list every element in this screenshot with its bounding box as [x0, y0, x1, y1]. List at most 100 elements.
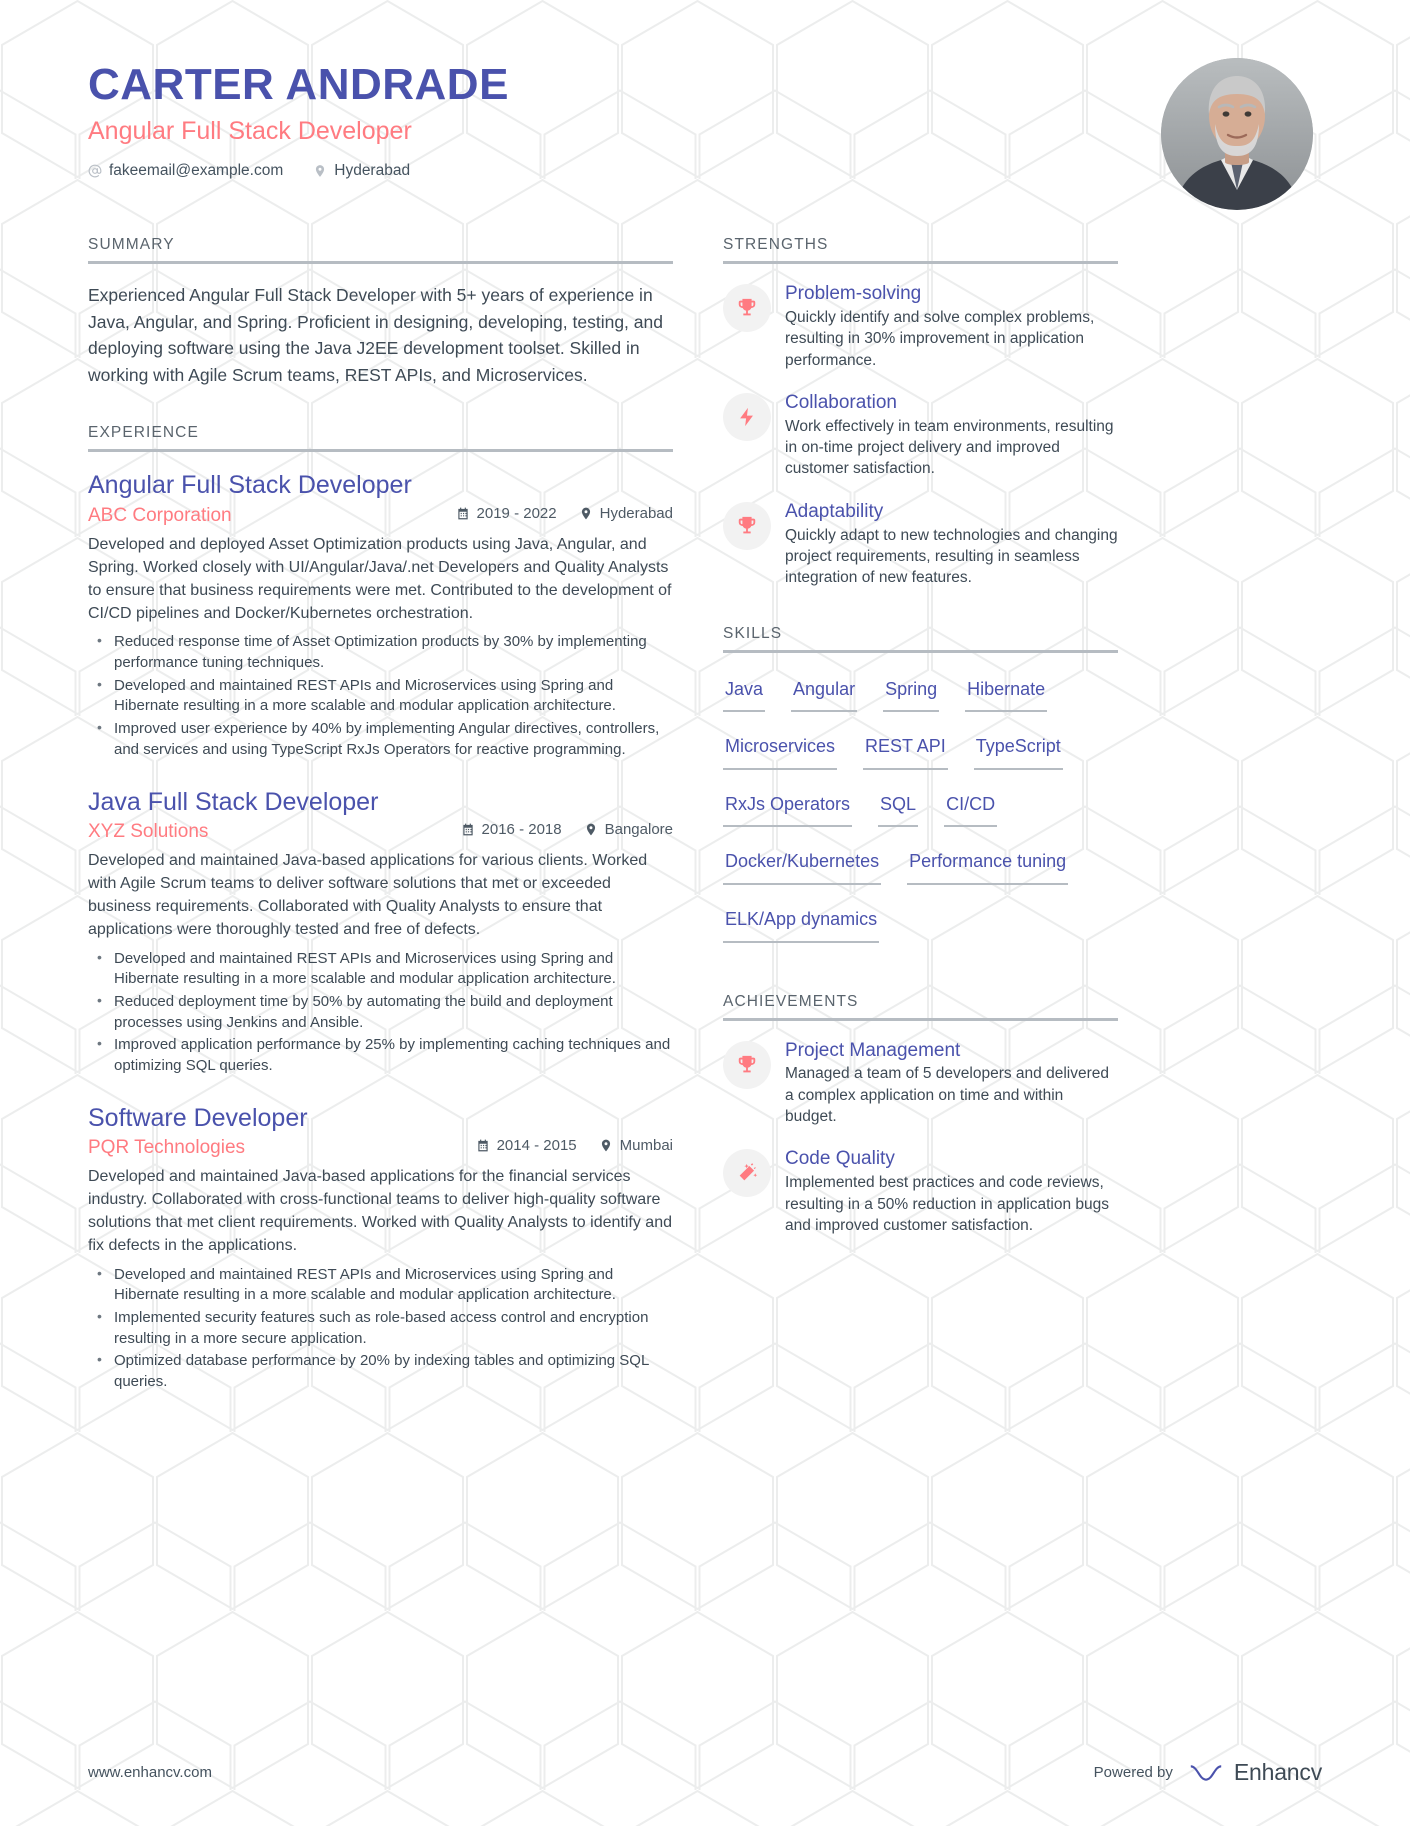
skill-tag[interactable]: Java: [723, 671, 766, 713]
strength-description: Work effectively in team environments, r…: [785, 417, 1114, 478]
brand-name: Enhancv: [1233, 1759, 1322, 1785]
calendar-icon: [476, 1138, 490, 1153]
skill-tag[interactable]: SQL: [878, 786, 919, 828]
experience-description: Developed and maintained Java-based appl…: [88, 1167, 672, 1255]
experience-company: ABC Corporation: [88, 504, 232, 526]
skill-tag[interactable]: RxJs Operators: [723, 786, 853, 828]
summary-text: Experienced Angular Full Stack Developer…: [88, 285, 663, 385]
skill-tag[interactable]: REST API: [863, 728, 948, 770]
strength-item: Problem-solving Quickly identify and sol…: [723, 282, 1118, 371]
footer-website-url[interactable]: www.enhancv.com: [88, 1764, 212, 1781]
experience-entry: Software Developer PQR Technologies 2014…: [88, 1103, 673, 1393]
list-item: Developed and maintained REST APIs and M…: [88, 947, 673, 990]
section-summary: SUMMARY Experienced Angular Full Stack D…: [88, 236, 673, 388]
skill-tag[interactable]: Performance tuning: [907, 843, 1069, 885]
skill-tag[interactable]: Hibernate: [965, 671, 1048, 713]
map-pin-icon: [579, 506, 593, 521]
experience-bullet-list: Reduced response time of Asset Optimizat…: [88, 631, 673, 760]
experience-company: XYZ Solutions: [88, 820, 209, 842]
skill-tag[interactable]: ELK/App dynamics: [723, 901, 880, 943]
experience-location-text: Bangalore: [604, 820, 673, 838]
powered-by-block: Powered by Enhancv: [1093, 1759, 1323, 1786]
contact-location-text: Hyderabad: [334, 162, 411, 180]
experience-meta-row: PQR Technologies 2014 - 2015 Mumbai: [88, 1137, 673, 1159]
skill-tag[interactable]: Microservices: [723, 728, 838, 770]
resume-header: CARTER ANDRADE Angular Full Stack Develo…: [0, 0, 1410, 236]
list-item: Improved user experience by 40% by imple…: [88, 718, 673, 760]
calendar-icon: [456, 506, 470, 521]
section-title-skills: SKILLS: [723, 624, 783, 642]
list-item: Reduced response time of Asset Optimizat…: [88, 631, 673, 673]
left-column: SUMMARY Experienced Angular Full Stack D…: [88, 236, 673, 1419]
experience-job-title: Software Developer: [88, 1103, 308, 1132]
skill-tag[interactable]: Docker/Kubernetes: [723, 843, 882, 885]
section-title-strengths: STRENGTHS: [723, 236, 829, 253]
list-item: Developed and maintained REST APIs and M…: [88, 1264, 673, 1306]
section-skills: SKILLS Java Angular Spring Hibernate Mic…: [723, 625, 1118, 959]
map-pin-icon: [599, 1138, 613, 1153]
experience-meta-row: ABC Corporation 2019 - 2022 Hyderabad: [88, 505, 673, 527]
experience-bullet-list: Developed and maintained REST APIs and M…: [88, 947, 673, 1077]
lightning-bolt-icon: [723, 392, 771, 441]
contact-location: Hyderabad: [313, 162, 410, 180]
experience-entry: Angular Full Stack Developer ABC Corpora…: [88, 470, 673, 760]
contact-email-text: fakeemail@example.com: [109, 162, 284, 180]
strength-title: Collaboration: [785, 391, 897, 413]
trophy-icon: [723, 284, 771, 332]
experience-dates-text: 2019 - 2022: [476, 504, 557, 522]
achievement-item: Code Quality Implemented best practices …: [723, 1147, 1118, 1236]
strength-description: Quickly adapt to new technologies and ch…: [785, 526, 1118, 587]
strength-description: Quickly identify and solve complex probl…: [785, 308, 1095, 369]
at-icon: [88, 163, 102, 179]
experience-meta-row: XYZ Solutions 2016 - 2018 Bangalore: [88, 821, 673, 843]
achievement-title: Project Management: [785, 1039, 961, 1061]
experience-location: Mumbai: [599, 1137, 673, 1154]
experience-location-text: Hyderabad: [599, 504, 673, 522]
achievement-description: Implemented best practices and code revi…: [785, 1174, 1109, 1234]
section-title-experience: EXPERIENCE: [88, 424, 199, 442]
section-strengths: STRENGTHS Problem-solving Quickly identi…: [723, 236, 1118, 589]
contact-email[interactable]: fakeemail@example.com: [88, 162, 283, 180]
section-experience: EXPERIENCE Angular Full Stack Developer …: [88, 424, 673, 1392]
list-item: Implemented security features such as ro…: [88, 1307, 673, 1349]
experience-dates-text: 2014 - 2015: [496, 1136, 577, 1154]
strength-title: Adaptability: [785, 500, 884, 522]
list-item: Optimized database performance by 20% by…: [88, 1350, 673, 1392]
map-pin-icon: [584, 822, 598, 837]
enhancv-logo-icon: [1187, 1761, 1225, 1785]
experience-bullet-list: Developed and maintained REST APIs and M…: [88, 1264, 673, 1393]
resume-page: CARTER ANDRADE Angular Full Stack Develo…: [0, 0, 1410, 1826]
skill-tag[interactable]: Angular: [791, 671, 858, 713]
section-divider: [723, 261, 1118, 264]
trophy-icon: [723, 501, 771, 550]
trophy-icon: [723, 1040, 771, 1089]
section-divider: [723, 649, 1118, 653]
skill-tag[interactable]: TypeScript: [973, 728, 1063, 770]
magic-wand-icon: [723, 1149, 771, 1198]
list-item: Developed and maintained REST APIs and M…: [88, 675, 673, 717]
section-divider: [88, 261, 673, 264]
powered-by-label: Powered by: [1093, 1764, 1173, 1781]
skill-tag[interactable]: CI/CD: [944, 786, 998, 828]
strength-item: Adaptability Quickly adapt to new techno…: [723, 500, 1118, 589]
experience-entry: Java Full Stack Developer XYZ Solutions …: [88, 787, 673, 1077]
experience-dates: 2019 - 2022: [456, 505, 557, 522]
experience-location: Hyderabad: [579, 505, 673, 522]
page-footer: www.enhancv.com Powered by Enhancv: [0, 1759, 1410, 1786]
achievement-title: Code Quality: [785, 1148, 895, 1170]
skills-list: Java Angular Spring Hibernate Microservi…: [723, 671, 1118, 959]
skill-tag[interactable]: Spring: [883, 671, 940, 713]
experience-location-text: Mumbai: [619, 1136, 673, 1154]
experience-company: PQR Technologies: [88, 1136, 246, 1158]
brand-lockup: Enhancv: [1187, 1759, 1322, 1786]
achievement-item: Project Management Managed a team of 5 d…: [723, 1039, 1118, 1128]
achievement-description: Managed a team of 5 developers and deliv…: [785, 1065, 1109, 1126]
strength-item: Collaboration Work effectively in team e…: [723, 391, 1118, 480]
experience-job-title: Java Full Stack Developer: [88, 787, 379, 816]
right-column: STRENGTHS Problem-solving Quickly identi…: [723, 236, 1118, 1256]
section-title-achievements: ACHIEVEMENTS: [723, 992, 859, 1010]
list-item: Reduced deployment time by 50% by automa…: [88, 991, 673, 1033]
list-item: Improved application performance by 25% …: [88, 1034, 673, 1076]
experience-job-title: Angular Full Stack Developer: [88, 471, 412, 500]
experience-dates: 2016 - 2018: [461, 821, 562, 838]
